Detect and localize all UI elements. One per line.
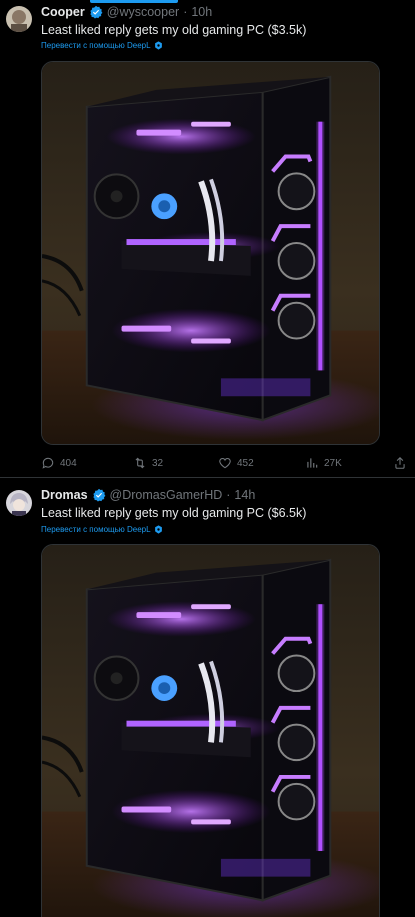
retweet-icon [135,457,145,469]
translate-link[interactable]: Перевести с помощью DeepL [41,41,163,50]
gaming-pc-photo [42,62,379,444]
deepl-icon [154,41,162,50]
separator-dot: · [183,5,188,19]
avatar[interactable] [6,6,32,32]
share-icon [395,457,405,469]
verified-badge-icon [90,5,103,19]
reply-button[interactable]: 404 [41,456,77,470]
reply-icon [42,457,54,469]
author-handle[interactable]: @wyscooper [107,5,179,19]
translate-label: Перевести с помощью DeepL [41,41,151,50]
views-button[interactable]: 27K [305,456,342,470]
heart-icon [219,458,231,469]
translate-label: Перевести с помощью DeepL [41,525,151,534]
retweet-button[interactable]: 32 [133,456,163,470]
tweet-cooper[interactable]: Cooper @wyscooper · 10h Least liked repl… [0,0,415,477]
tweet-header: Cooper @wyscooper · 10h [41,4,212,20]
tweet-header: Dromas @DromasGamerHD · 14h [41,487,255,503]
author-handle[interactable]: @DromasGamerHD [110,488,223,502]
share-button[interactable] [393,456,407,470]
tweet-image-gaming-pc[interactable] [41,61,380,445]
views-icon [307,458,318,468]
avatar-image [6,6,32,32]
retweet-count: 32 [152,457,164,469]
deepl-icon [154,525,162,534]
tweet-text: Least liked reply gets my old gaming PC … [41,23,307,37]
gaming-pc-photo [42,545,379,917]
like-count: 452 [237,457,254,469]
tweet-dromas[interactable]: Dromas @DromasGamerHD · 14h Least liked … [0,478,415,917]
tweet-time[interactable]: 10h [191,5,212,19]
separator-dot: · [226,488,231,502]
author-name[interactable]: Dromas [41,488,88,502]
author-name[interactable]: Cooper [41,5,85,19]
tweet-image-gaming-pc[interactable] [41,544,380,917]
translate-link[interactable]: Перевести с помощью DeepL [41,525,163,534]
like-button[interactable]: 452 [218,456,254,470]
avatar[interactable] [6,490,32,516]
verified-badge-icon [92,488,105,502]
views-count: 27K [324,457,342,469]
tweet-text: Least liked reply gets my old gaming PC … [41,506,307,520]
tweet-time[interactable]: 14h [234,488,255,502]
reply-count: 404 [60,457,77,469]
tweet-actions: 404 32 452 27K [41,455,411,471]
avatar-image [6,490,32,516]
